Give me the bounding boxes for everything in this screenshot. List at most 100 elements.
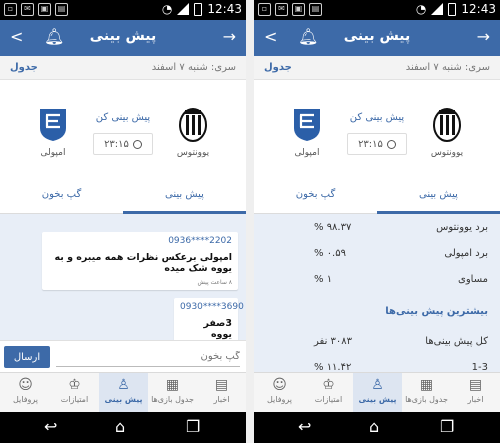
tab-prediction[interactable]: پیش بینی: [123, 180, 246, 214]
nav-points[interactable]: ♔ امتیازات: [304, 373, 353, 413]
nav-label: امتیازات: [60, 395, 89, 404]
nav-fixtures[interactable]: ▦ جدول بازی‌ها: [402, 373, 451, 413]
nav-prediction[interactable]: ♙ پیش بینی: [353, 373, 402, 413]
nav-profile[interactable]: ☺ پروفایل: [255, 373, 304, 413]
tab-prediction[interactable]: پیش بینی: [377, 180, 500, 214]
nav-label: پروفایل: [266, 395, 293, 404]
notification-icon: ▣: [292, 3, 305, 16]
status-bar: ▫ ✉ ▣ ▤ ◔ 12:43: [254, 0, 500, 20]
status-right: ◔ 12:43: [416, 2, 496, 16]
match-time: ۲۳:۱۵: [347, 133, 407, 155]
nav-profile[interactable]: ☺ پروفایل: [1, 373, 50, 413]
predict-link[interactable]: پیش بینی کن: [93, 112, 153, 123]
arrow-right-icon[interactable]: →: [477, 28, 490, 46]
chat-message: 0936****2202 امپولی برعکس نظرات همه میبر…: [42, 232, 238, 290]
prediction-stats: برد یوونتوس ۹۸.۳۷ % برد امپولی ۰.۵۹ % مس…: [254, 214, 500, 374]
home-team: یوونتوس: [422, 106, 472, 158]
away-team: امپولی: [282, 106, 332, 158]
status-time: 12:43: [461, 2, 496, 16]
signal-icon: [177, 3, 190, 15]
system-nav-bar: ↩ ⌂ ❐: [0, 412, 246, 443]
nav-label: جدول بازی‌ها: [405, 395, 448, 404]
stat-value: ۹۸.۳۷ %: [314, 222, 352, 233]
tab-chat[interactable]: گپ بخون: [254, 180, 377, 214]
table-link[interactable]: جدول: [10, 62, 38, 73]
system-nav-bar: ↩ ⌂ ❐: [254, 412, 500, 443]
trophy-icon: ♔: [322, 377, 335, 393]
notification-icon: ▫: [4, 3, 17, 16]
match-time-text: ۲۳:۱۵: [358, 138, 383, 150]
bottom-nav: ▤ اخبار ▦ جدول بازی‌ها ♙ پیش بینی ♔ امتی…: [0, 372, 246, 413]
juventus-logo-icon: [179, 108, 207, 142]
empoli-logo-icon: [294, 109, 320, 141]
send-button[interactable]: ارسال: [4, 346, 50, 368]
tab-chat[interactable]: گپ بخون: [0, 180, 123, 214]
predict-link[interactable]: پیش بینی کن: [347, 112, 407, 123]
tab-bar: گپ بخون پیش بینی: [254, 180, 500, 214]
table-icon: ▦: [165, 377, 180, 393]
home-icon[interactable]: ⌂: [115, 418, 125, 436]
news-icon: ▤: [214, 377, 229, 393]
tab-bar: گپ بخون پیش بینی: [0, 180, 246, 214]
message-text: 3صفر یووه: [203, 318, 232, 340]
message-time: ۸ ساعت پیش: [197, 279, 232, 286]
nav-label: اخبار: [213, 395, 230, 404]
trophy-icon: ♔: [68, 377, 81, 393]
arrow-right-icon[interactable]: →: [223, 28, 236, 46]
stat-row: کل پیش بینی‌ها ۳۰۸۳ نفر: [254, 330, 500, 354]
stat-value: ۱ %: [314, 274, 333, 285]
chat-message: 0930****3690 3صفر یووه: [174, 298, 244, 344]
stat-label: برد امپولی: [444, 248, 488, 259]
message-input[interactable]: [56, 347, 240, 367]
notification-icon: ▣: [38, 3, 51, 16]
home-team: یوونتوس: [168, 106, 218, 158]
battery-icon: [194, 2, 203, 16]
match-time: ۲۳:۱۵: [93, 133, 153, 155]
stat-value: ۳۰۸۳ نفر: [314, 336, 353, 347]
match-time-text: ۲۳:۱۵: [104, 138, 129, 150]
nav-news[interactable]: ▤ اخبار: [451, 373, 500, 413]
notification-icon: ✉: [275, 3, 288, 16]
page-title: پیش بینی: [89, 28, 157, 44]
back-icon[interactable]: ↩: [44, 418, 57, 436]
nav-prediction[interactable]: ♙ پیش بینی: [99, 373, 148, 413]
nav-label: پیش بینی: [358, 395, 397, 404]
battery-icon: [448, 2, 457, 16]
phone-screen-right: ▫ ✉ ▣ ▤ ◔ 12:43 < 🔔︎ پیش بینی → جدول سری…: [254, 0, 500, 443]
table-link[interactable]: جدول: [264, 62, 292, 73]
recents-icon[interactable]: ❐: [186, 418, 200, 436]
back-icon[interactable]: ↩: [298, 418, 311, 436]
stat-row: برد یوونتوس ۹۸.۳۷ %: [254, 216, 500, 240]
series-bar: جدول سری: شنبه ۷ اسفند: [254, 56, 500, 80]
app-bar: < 🔔︎ پیش بینی →: [254, 20, 500, 56]
nav-points[interactable]: ♔ امتیازات: [50, 373, 99, 413]
home-icon[interactable]: ⌂: [369, 418, 379, 436]
series-bar: جدول سری: شنبه ۷ اسفند: [0, 56, 246, 80]
sender-phone: 0930****3690: [180, 302, 244, 312]
predict-icon: ♙: [117, 377, 130, 393]
sender-phone: 0936****2202: [168, 236, 232, 246]
nav-news[interactable]: ▤ اخبار: [197, 373, 246, 413]
notification-icons: ▫ ✉ ▣ ▤: [4, 3, 68, 16]
recents-icon[interactable]: ❐: [440, 418, 454, 436]
nav-fixtures[interactable]: ▦ جدول بازی‌ها: [148, 373, 197, 413]
stat-label: برد یوونتوس: [436, 222, 488, 233]
stat-label: کل پیش بینی‌ها: [425, 336, 488, 347]
clock-icon: [386, 139, 396, 149]
home-team-name: یوونتوس: [430, 148, 464, 158]
clock-icon: [132, 139, 142, 149]
match-card: امپولی پیش بینی کن ۲۳:۱۵ یوونتوس: [0, 80, 246, 180]
stat-row: برد امپولی ۰.۵۹ %: [254, 242, 500, 266]
nav-label: جدول بازی‌ها: [151, 395, 194, 404]
stat-value: ۰.۵۹ %: [314, 248, 346, 259]
status-time: 12:43: [207, 2, 242, 16]
notification-icon: ▤: [55, 3, 68, 16]
profile-icon: ☺: [272, 377, 287, 393]
away-team-name: امپولی: [294, 148, 320, 158]
predict-icon: ♙: [371, 377, 384, 393]
stat-row: مساوی ۱ %: [254, 268, 500, 292]
away-team: امپولی: [28, 106, 78, 158]
notification-icon: ✉: [21, 3, 34, 16]
app-bar: < 🔔︎ پیش بینی →: [0, 20, 246, 56]
table-icon: ▦: [419, 377, 434, 393]
